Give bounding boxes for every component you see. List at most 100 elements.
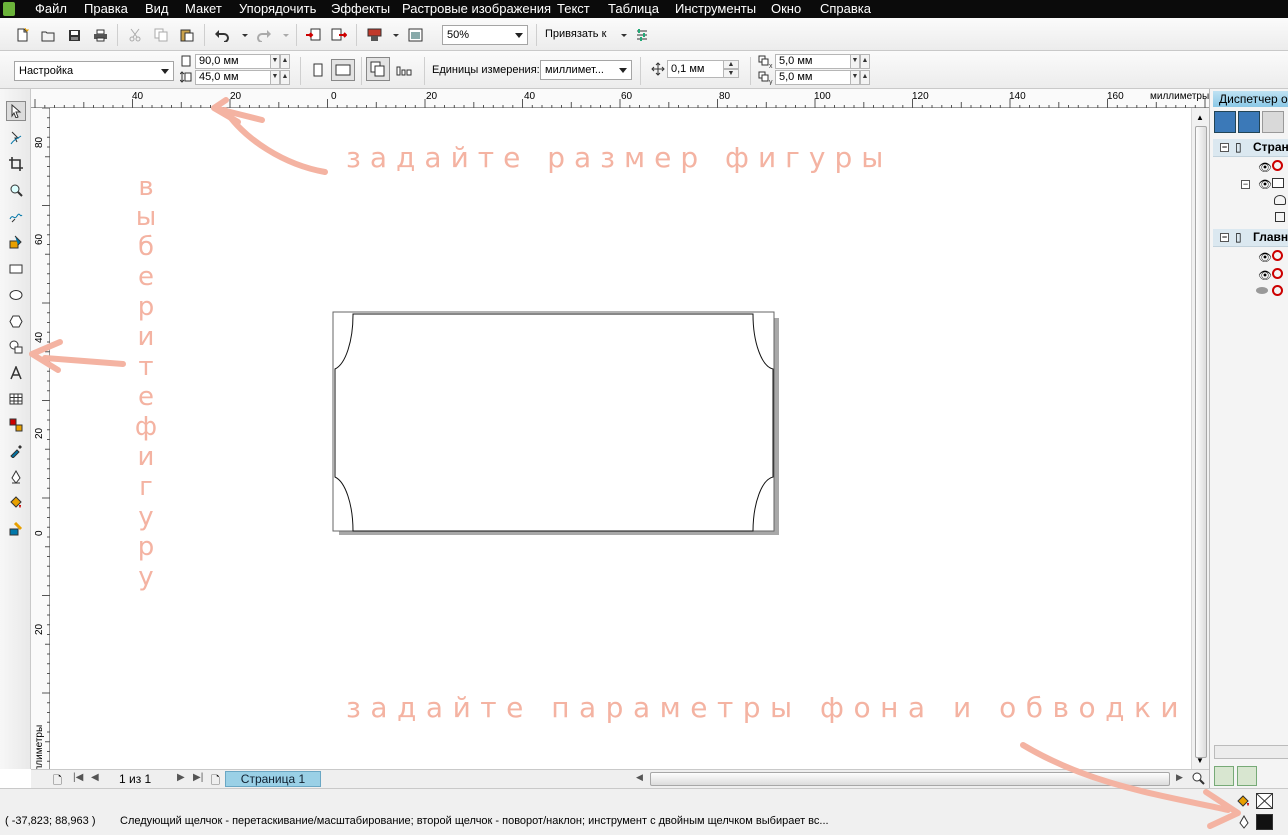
- current-page-icon[interactable]: [396, 62, 412, 78]
- outline-color-swatch[interactable]: [1256, 814, 1273, 830]
- dup-y-down-icon[interactable]: ▼: [850, 70, 860, 85]
- menu-text[interactable]: Текст: [557, 1, 590, 17]
- width-field[interactable]: 90,0 мм ▼ ▲: [195, 54, 290, 69]
- launcher-dropdown-icon[interactable]: [388, 27, 404, 43]
- hidden-eye-icon[interactable]: [1256, 287, 1268, 294]
- outline-pen-tool-icon[interactable]: [6, 467, 26, 487]
- print-icon[interactable]: [92, 27, 108, 43]
- interactive-blend-tool-icon[interactable]: [6, 415, 26, 435]
- ellipse-tool-icon[interactable]: [6, 285, 26, 305]
- horizontal-scrollbar[interactable]: [650, 772, 1172, 786]
- undo-dropdown-icon[interactable]: [237, 27, 253, 43]
- dup-y-up-icon[interactable]: ▲: [860, 70, 870, 85]
- new-master-layer-icon[interactable]: [1237, 766, 1257, 786]
- paste-icon[interactable]: [179, 27, 195, 43]
- pick-tool-icon[interactable]: [6, 101, 26, 121]
- no-print-icon[interactable]: [1272, 160, 1283, 171]
- all-pages-icon[interactable]: [366, 57, 390, 81]
- menu-layout[interactable]: Макет: [185, 1, 222, 17]
- snap-to-button[interactable]: Привязать к: [545, 28, 606, 40]
- docker-master-row[interactable]: − ▯ Главн: [1213, 229, 1288, 247]
- scroll-right-icon[interactable]: ▶: [1176, 772, 1183, 783]
- freehand-tool-icon[interactable]: [6, 206, 26, 226]
- text-tool-icon[interactable]: [6, 363, 26, 383]
- menu-help[interactable]: Справка: [820, 1, 871, 17]
- vertical-scrollbar[interactable]: ▲ ▼: [1191, 108, 1209, 769]
- dup-x-up-icon[interactable]: ▲: [860, 54, 870, 69]
- height-field[interactable]: 45,0 мм ▼ ▲: [195, 70, 290, 85]
- eye-icon[interactable]: 👁: [1258, 269, 1272, 282]
- fill-status-icon[interactable]: [1236, 794, 1252, 811]
- dup-x-down-icon[interactable]: ▼: [850, 54, 860, 69]
- table-tool-icon[interactable]: [6, 389, 26, 409]
- scroll-left-icon[interactable]: ◀: [636, 772, 643, 783]
- layer-manager-view-icon[interactable]: [1262, 111, 1284, 133]
- menu-view[interactable]: Вид: [145, 1, 169, 17]
- zoom-level-select[interactable]: 50%: [442, 25, 528, 45]
- save-icon[interactable]: [66, 27, 82, 43]
- scroll-down-icon[interactable]: ▼: [1196, 756, 1204, 765]
- vertical-scroll-thumb[interactable]: [1195, 126, 1207, 758]
- menu-edit[interactable]: Правка: [84, 1, 128, 17]
- menu-table[interactable]: Таблица: [608, 1, 659, 17]
- smart-fill-tool-icon[interactable]: [6, 232, 26, 252]
- collapse-box-icon[interactable]: −: [1241, 180, 1250, 189]
- printer-icon[interactable]: [1272, 178, 1284, 188]
- eye-icon[interactable]: 👁: [1258, 161, 1272, 174]
- menu-arrange[interactable]: Упорядочить: [239, 1, 316, 17]
- new-document-icon[interactable]: [14, 27, 30, 43]
- crop-tool-icon[interactable]: [6, 154, 26, 174]
- landscape-orientation-icon[interactable]: [331, 59, 355, 81]
- docker-title[interactable]: Диспетчер о: [1213, 91, 1288, 107]
- vertical-ruler[interactable]: 80 60 40 20 0 20 миллиметры: [31, 108, 50, 784]
- interactive-fill-tool-icon[interactable]: [6, 519, 26, 539]
- duplicate-offset-y-field[interactable]: 5,0 мм ▼ ▲: [775, 70, 870, 85]
- open-folder-icon[interactable]: [40, 27, 56, 43]
- shape-tool-icon[interactable]: [6, 128, 26, 148]
- menu-effects[interactable]: Эффекты: [331, 1, 390, 17]
- ticket-shape[interactable]: [334, 313, 774, 532]
- fill-tool-icon[interactable]: [6, 493, 26, 513]
- previous-page-icon[interactable]: ◀: [91, 772, 99, 783]
- application-launcher-icon[interactable]: [366, 27, 382, 43]
- undo-icon[interactable]: [214, 27, 230, 43]
- rectangle-tool-icon[interactable]: [6, 259, 26, 279]
- export-icon[interactable]: [331, 27, 347, 43]
- basic-shapes-tool-icon[interactable]: [6, 337, 26, 357]
- options-icon[interactable]: [634, 27, 650, 43]
- import-icon[interactable]: [305, 27, 321, 43]
- welcome-screen-icon[interactable]: [407, 27, 423, 43]
- portrait-orientation-icon[interactable]: [310, 62, 326, 78]
- new-layer-icon[interactable]: [1214, 766, 1234, 786]
- next-page-icon[interactable]: ▶: [177, 772, 185, 783]
- last-page-icon[interactable]: ▶|: [193, 772, 203, 783]
- redo-icon[interactable]: [256, 27, 272, 43]
- horizontal-ruler[interactable]: 40 20 0 20 40 60 80 100 120 140 160 милл…: [31, 89, 1209, 108]
- zoom-tool-icon[interactable]: [6, 180, 26, 200]
- preset-select[interactable]: Настройка: [14, 61, 174, 81]
- scroll-up-icon[interactable]: ▲: [1196, 113, 1204, 122]
- zoom-navigator-icon[interactable]: [1191, 771, 1205, 788]
- docker-horizontal-scrollbar[interactable]: [1214, 745, 1288, 759]
- redo-dropdown-icon[interactable]: [278, 27, 294, 43]
- page-tab[interactable]: Страница 1: [225, 771, 321, 787]
- drawing-canvas[interactable]: [50, 108, 1191, 769]
- menu-file[interactable]: Файл: [35, 1, 67, 17]
- menu-window[interactable]: Окно: [771, 1, 801, 17]
- no-print-icon[interactable]: [1272, 285, 1283, 296]
- no-print-icon[interactable]: [1272, 250, 1283, 261]
- edit-across-layers-icon[interactable]: [1238, 111, 1260, 133]
- copy-icon[interactable]: [153, 27, 169, 43]
- horizontal-scroll-thumb[interactable]: [650, 772, 1170, 786]
- first-page-icon[interactable]: |◀: [73, 772, 83, 783]
- cut-icon[interactable]: [127, 27, 143, 43]
- outline-status-icon[interactable]: [1238, 814, 1250, 832]
- height-down-icon[interactable]: ▼: [270, 70, 280, 85]
- show-object-properties-icon[interactable]: [1214, 111, 1236, 133]
- eye-icon[interactable]: 👁: [1258, 178, 1272, 191]
- docker-page-row[interactable]: − ▯ Страни: [1213, 139, 1288, 157]
- app-icon[interactable]: [3, 2, 15, 16]
- width-up-icon[interactable]: ▲: [280, 54, 290, 69]
- units-select[interactable]: миллимет...: [540, 60, 632, 80]
- duplicate-offset-x-field[interactable]: 5,0 мм ▼ ▲: [775, 54, 870, 69]
